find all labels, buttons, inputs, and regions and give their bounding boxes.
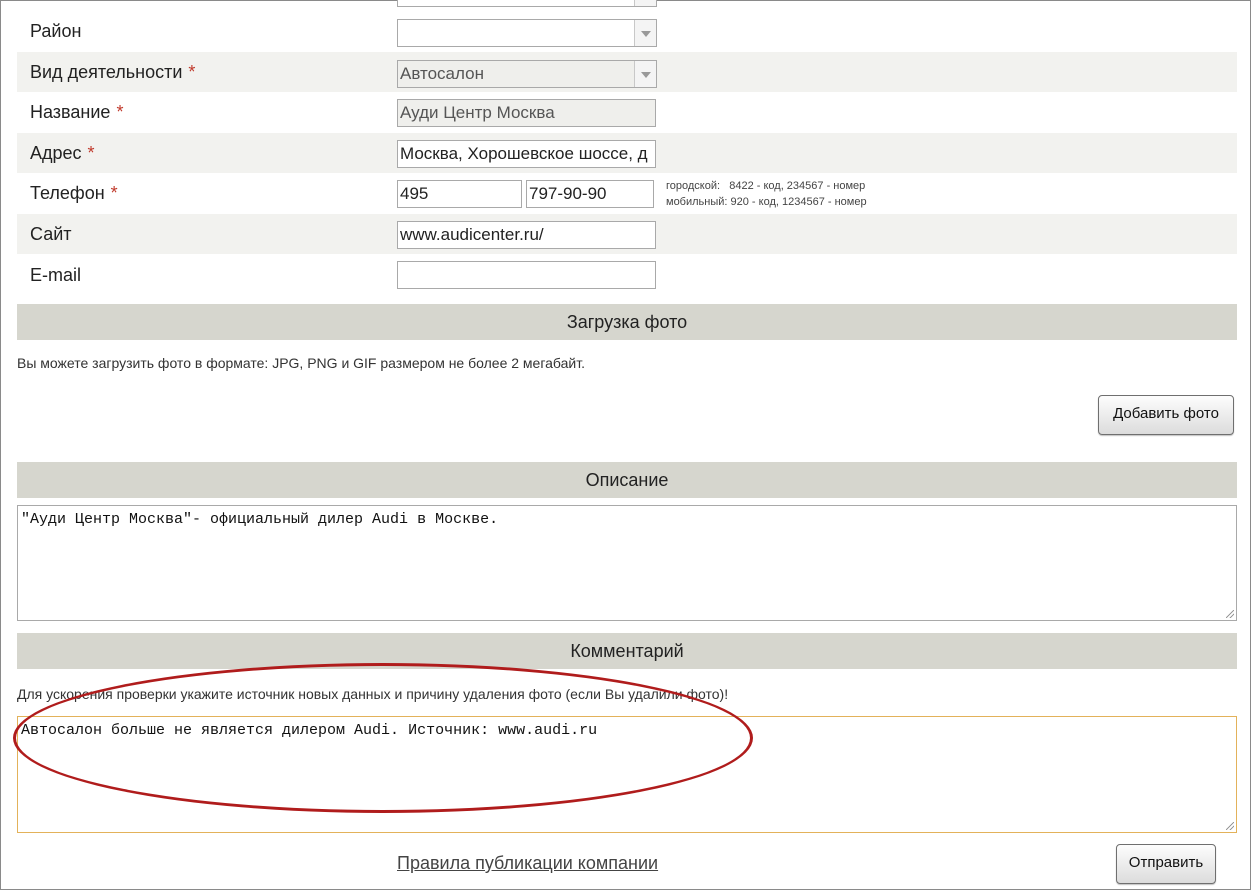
comment-text: Автосалон больше не является дилером Aud… (21, 722, 598, 739)
description-section-header: Описание (17, 462, 1237, 498)
site-label: Сайт (30, 224, 72, 244)
add-photo-button[interactable]: Добавить фото (1098, 395, 1234, 435)
photo-section-header: Загрузка фото (17, 304, 1237, 340)
name-input[interactable]: Ауди Центр Москва (397, 99, 656, 127)
phone-hint-mobile: мобильный: 920 - код, 1234567 - номер (666, 196, 867, 208)
activity-label: Вид деятельности * (30, 62, 196, 82)
publication-rules-link[interactable]: Правила публикации компании (397, 853, 658, 874)
address-value: Москва, Хорошевское шоссе, д (400, 144, 648, 163)
address-label: Адрес * (30, 143, 95, 163)
submit-button[interactable]: Отправить (1116, 844, 1216, 884)
partial-select-top[interactable] (397, 0, 657, 7)
photo-note: Вы можете загрузить фото в формате: JPG,… (17, 355, 585, 371)
activity-value: Автосалон (400, 64, 484, 83)
phone-code-value: 495 (400, 184, 429, 203)
resize-handle-icon[interactable] (1226, 610, 1234, 618)
dropdown-arrow-icon (634, 0, 656, 6)
required-mark: * (87, 143, 95, 163)
resize-handle-icon[interactable] (1226, 822, 1234, 830)
phone-number-value: 797-90-90 (529, 184, 607, 203)
phone-label: Телефон * (30, 183, 118, 203)
required-mark: * (110, 183, 118, 203)
phone-number-input[interactable]: 797-90-90 (526, 180, 654, 208)
required-mark: * (116, 102, 124, 122)
dropdown-arrow-icon (634, 61, 656, 87)
comment-textarea[interactable]: Автосалон больше не является дилером Aud… (17, 716, 1237, 833)
name-value: Ауди Центр Москва (400, 103, 555, 122)
comment-note: Для ускорения проверки укажите источник … (17, 686, 729, 702)
address-input[interactable]: Москва, Хорошевское шоссе, д (397, 140, 656, 168)
description-text: "Ауди Центр Москва"- официальный дилер A… (21, 511, 499, 528)
district-select[interactable] (397, 19, 657, 47)
comment-section-header: Комментарий (17, 633, 1237, 669)
dropdown-arrow-icon (634, 20, 656, 46)
activity-select[interactable]: Автосалон (397, 60, 657, 88)
name-label: Название * (30, 102, 124, 122)
form-page: Район Вид деятельности * Автосалон Назван… (0, 0, 1251, 890)
required-mark: * (188, 62, 196, 82)
phone-code-input[interactable]: 495 (397, 180, 522, 208)
site-value: www.audicenter.ru/ (400, 225, 544, 244)
description-textarea[interactable]: "Ауди Центр Москва"- официальный дилер A… (17, 505, 1237, 621)
phone-hint-city: городской: 8422 - код, 234567 - номер (666, 180, 866, 192)
email-input[interactable] (397, 261, 656, 289)
email-label: E-mail (30, 265, 82, 285)
site-input[interactable]: www.audicenter.ru/ (397, 221, 656, 249)
district-label: Район (30, 21, 82, 41)
